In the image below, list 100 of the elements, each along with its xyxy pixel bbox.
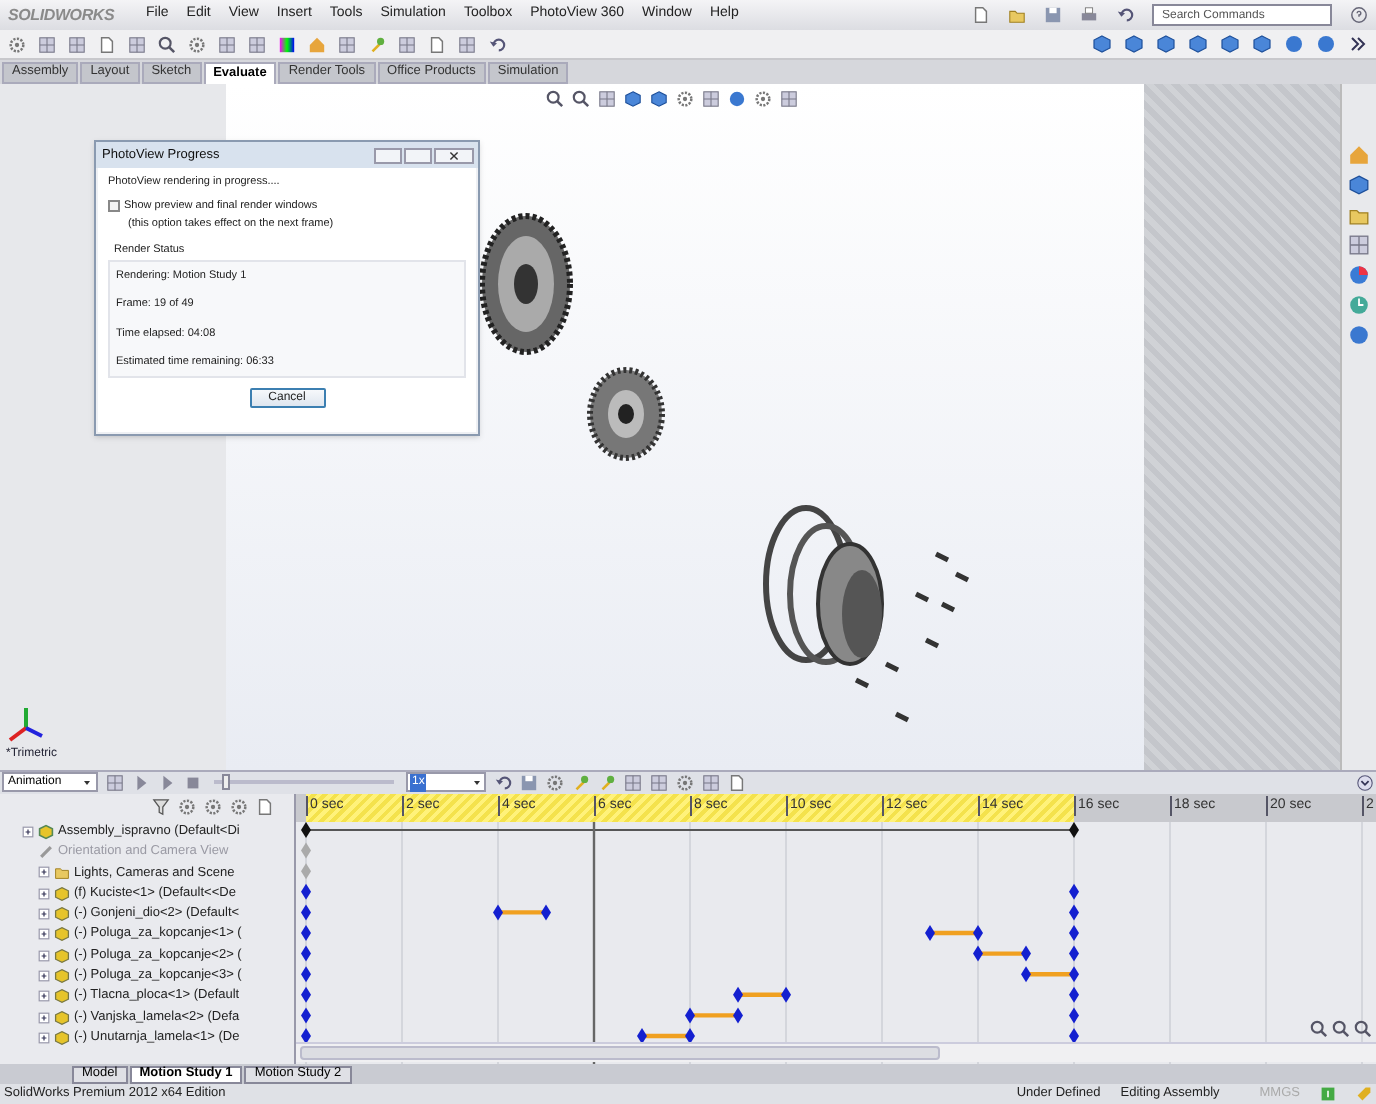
tween-bar[interactable] — [1026, 971, 1074, 976]
scroll-thumb[interactable] — [300, 1046, 940, 1060]
tween-bar[interactable] — [738, 992, 786, 997]
expand-icon[interactable] — [38, 949, 50, 962]
checkbox[interactable] — [108, 200, 120, 213]
save-icon[interactable] — [1044, 6, 1062, 24]
gear-icon[interactable] — [8, 35, 26, 53]
gear-icon[interactable] — [188, 35, 206, 53]
caret-icon[interactable] — [82, 777, 92, 788]
keyframe-marker[interactable] — [301, 924, 311, 941]
keyframe-marker[interactable] — [541, 903, 551, 920]
gear-icon[interactable] — [676, 773, 694, 792]
question-icon[interactable] — [1350, 6, 1368, 24]
keyframe-marker[interactable] — [301, 842, 311, 858]
horizontal-scrollbar[interactable] — [296, 1042, 1376, 1062]
keyframe-marker[interactable] — [685, 1027, 695, 1044]
collapse-icon[interactable] — [1356, 773, 1374, 792]
doc-icon[interactable] — [428, 35, 446, 53]
keyframe-marker[interactable] — [1069, 986, 1079, 1003]
task-pane-icon[interactable] — [1348, 234, 1370, 256]
keyframe-marker[interactable] — [301, 986, 311, 1003]
expand-icon[interactable] — [38, 969, 50, 982]
toolbar-icon[interactable] — [38, 35, 56, 53]
caret-icon[interactable] — [472, 777, 482, 788]
keyframe-marker[interactable] — [637, 1027, 647, 1044]
keyframe-marker[interactable] — [1021, 965, 1031, 982]
sphere-icon[interactable] — [1348, 324, 1370, 346]
cube-icon[interactable] — [1348, 174, 1370, 196]
expand-icon[interactable] — [38, 1031, 50, 1044]
keyframe-marker[interactable] — [1069, 903, 1079, 920]
folder-icon[interactable] — [1008, 6, 1026, 24]
magnify-icon[interactable] — [546, 90, 564, 108]
keyframe-marker[interactable] — [1069, 945, 1079, 961]
keyframe-marker[interactable] — [925, 924, 935, 941]
keyframe-marker[interactable] — [973, 924, 983, 941]
magnify-icon[interactable] — [158, 35, 176, 53]
keyframe-marker[interactable] — [973, 945, 983, 961]
folder-icon[interactable] — [1348, 204, 1370, 226]
expand-icon[interactable] — [38, 908, 50, 921]
pie-icon[interactable] — [1348, 264, 1370, 286]
tween-bar[interactable] — [930, 930, 978, 935]
keyframe-marker[interactable] — [301, 883, 311, 900]
keyframe-marker[interactable] — [1069, 1027, 1079, 1044]
keyframe-marker[interactable] — [1069, 965, 1079, 982]
expand-icon[interactable] — [38, 990, 50, 1003]
save-icon[interactable] — [520, 773, 538, 792]
toolbar-icon[interactable] — [218, 35, 236, 53]
color-icon[interactable] — [278, 35, 296, 53]
keyframe-marker[interactable] — [301, 1006, 311, 1023]
chevron-icon[interactable] — [1348, 34, 1368, 54]
undo-icon[interactable] — [488, 35, 506, 53]
keyframe-marker[interactable] — [733, 986, 743, 1003]
zoom-icon[interactable] — [1332, 1020, 1350, 1038]
close-button[interactable] — [434, 147, 474, 163]
toolbar-icon[interactable] — [458, 35, 476, 53]
expand-icon[interactable] — [38, 866, 50, 879]
expand-icon[interactable] — [38, 887, 50, 900]
doc-icon[interactable] — [972, 6, 990, 24]
slider-thumb[interactable] — [222, 774, 231, 791]
keyframe-marker[interactable] — [733, 1006, 743, 1023]
keyframe-marker[interactable] — [301, 821, 311, 838]
toolbar-icon[interactable] — [128, 35, 146, 53]
gear-icon[interactable] — [754, 90, 772, 108]
view-tool-icon[interactable] — [702, 90, 720, 108]
assembly-icon[interactable] — [38, 823, 54, 840]
timeline-bar[interactable] — [305, 828, 1075, 831]
gear-icon[interactable] — [676, 90, 694, 108]
expand-icon[interactable] — [22, 825, 34, 838]
close-icon[interactable] — [448, 149, 460, 161]
maximize-button[interactable] — [404, 147, 432, 163]
expand-icon[interactable] — [38, 928, 50, 941]
filter-icon[interactable] — [152, 798, 170, 817]
keyframe-marker[interactable] — [493, 903, 503, 920]
zoom-icon[interactable] — [1354, 1020, 1372, 1038]
magnify-icon[interactable] — [572, 90, 590, 108]
view-tool-icon[interactable] — [780, 90, 798, 108]
keyframe-marker[interactable] — [301, 1027, 311, 1044]
keyframe-marker[interactable] — [1069, 924, 1079, 941]
expand-icon[interactable] — [38, 1011, 50, 1024]
view-tool-icon[interactable] — [598, 90, 616, 108]
tween-bar[interactable] — [642, 1033, 690, 1038]
gear-icon[interactable] — [546, 773, 564, 792]
doc-icon[interactable] — [256, 798, 274, 817]
tween-bar[interactable] — [978, 950, 1026, 956]
undo-icon[interactable] — [1116, 6, 1134, 24]
keyframe-marker[interactable] — [301, 903, 311, 920]
sphere-icon[interactable] — [728, 90, 746, 108]
toolbar-icon[interactable] — [68, 35, 86, 53]
keyframe-marker[interactable] — [1069, 1006, 1079, 1023]
keyframe-marker[interactable] — [685, 1006, 695, 1023]
toolbar-icon[interactable] — [398, 35, 416, 53]
tween-bar[interactable] — [690, 1012, 738, 1017]
keyframe-marker[interactable] — [781, 986, 791, 1003]
undo-icon[interactable] — [494, 773, 512, 792]
toolbar-icon[interactable] — [338, 35, 356, 53]
tween-bar[interactable] — [498, 909, 546, 914]
minimize-button[interactable] — [374, 147, 402, 163]
doc-icon[interactable] — [728, 773, 746, 792]
keyframe-marker[interactable] — [1069, 883, 1079, 900]
folder-icon[interactable] — [54, 864, 70, 881]
